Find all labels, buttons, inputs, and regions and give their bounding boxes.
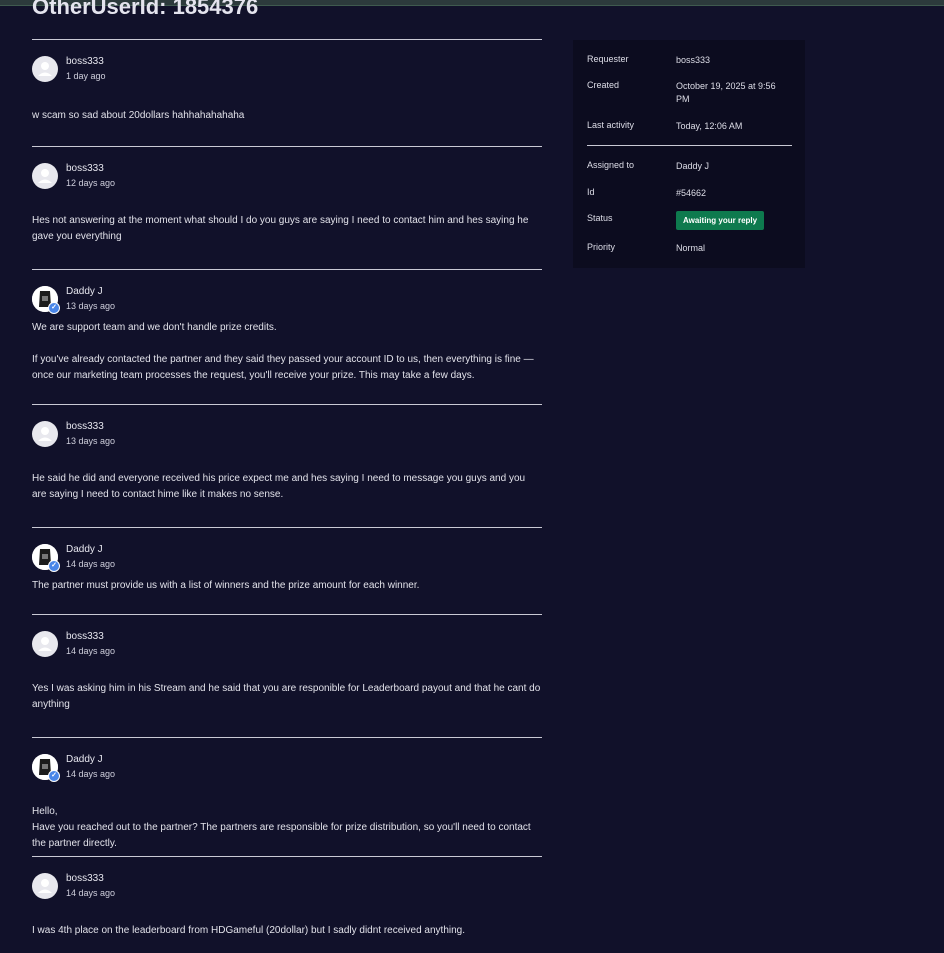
comment-author: Daddy J (66, 754, 103, 765)
created-value: October 19, 2025 at 9:56 PM (676, 81, 776, 104)
comment-body: Hes not answering at the moment what sho… (32, 213, 542, 245)
status-badge: Awaiting your reply (676, 211, 765, 230)
comment-time: 1 day ago (66, 71, 106, 81)
comment-body: Yes I was asking him in his Stream and h… (32, 681, 542, 713)
comment-text: Hes not answering at the moment what sho… (32, 215, 529, 242)
comment: ✓ Daddy J 14 days ago The partner must p… (32, 527, 542, 614)
comment-author: boss333 (66, 631, 104, 642)
requester-value: boss333 (676, 55, 711, 65)
status-label: Status (587, 213, 613, 223)
comment-author: boss333 (66, 873, 104, 884)
priority-value: Normal (676, 243, 706, 253)
last-activity-label: Last activity (587, 120, 635, 130)
priority-label: Priority (587, 242, 616, 252)
comment-body: We are support team and we don't handle … (32, 320, 542, 384)
agent-badge-icon: ✓ (48, 770, 60, 782)
id-value: #54662 (676, 188, 707, 198)
agent-avatar-icon: ✓ (32, 286, 60, 314)
comment: boss333 1 day ago w scam so sad about 20… (32, 39, 542, 146)
comment-time: 14 days ago (66, 646, 116, 656)
comment-text: I was 4th place on the leaderboard from … (32, 925, 466, 936)
assigned-to-value: Daddy J (676, 161, 710, 171)
requester-label: Requester (587, 54, 629, 64)
comment-author: Daddy J (66, 544, 103, 555)
comment-time: 14 days ago (66, 559, 116, 569)
comment: boss333 12 days ago Hes not answering at… (32, 146, 542, 269)
comment: boss333 13 days ago He said he did and e… (32, 404, 542, 527)
comment-text: Hello, Have you reached out to the partn… (32, 806, 531, 849)
agent-badge-icon: ✓ (48, 560, 60, 572)
comment-text: He said he did and everyone received his… (32, 473, 526, 500)
comment-text: Yes I was asking him in his Stream and h… (32, 683, 541, 710)
ticket-title: OtherUserId: 1854376 (32, 0, 259, 19)
agent-avatar-icon: ✓ (32, 544, 60, 572)
comment-time: 12 days ago (66, 178, 116, 188)
comment-body: The partner must provide us with a list … (32, 578, 542, 594)
comment-author: boss333 (66, 163, 104, 174)
comment-thread: boss333 1 day ago w scam so sad about 20… (32, 39, 542, 953)
comment-time: 13 days ago (66, 301, 116, 311)
comment-text: We are support team and we don't handle … (32, 322, 277, 333)
comment-author: boss333 (66, 56, 104, 67)
agent-badge-icon: ✓ (48, 302, 60, 314)
id-label: Id (587, 187, 595, 197)
comment-text: If you've already contacted the partner … (32, 354, 534, 381)
comment-time: 14 days ago (66, 888, 116, 898)
assigned-to-label: Assigned to (587, 160, 635, 170)
comment: ✓ Daddy J 14 days ago Hello, Have you re… (32, 737, 542, 856)
user-avatar-icon (32, 421, 58, 447)
comment: boss333 14 days ago Yes I was asking him… (32, 614, 542, 737)
comment-text: w scam so sad about 20dollars hahhahahah… (32, 110, 245, 121)
last-activity-value: Today, 12:06 AM (676, 121, 743, 131)
comment-author: Daddy J (66, 286, 103, 297)
comment-body: w scam so sad about 20dollars hahhahahah… (32, 108, 542, 124)
agent-avatar-icon: ✓ (32, 754, 60, 782)
comment-text: The partner must provide us with a list … (32, 580, 420, 591)
comment-time: 14 days ago (66, 769, 116, 779)
ticket-details-panel: Requester boss333 Created October 19, 20… (573, 40, 805, 268)
comment-body: He said he did and everyone received his… (32, 471, 542, 503)
created-label: Created (587, 80, 620, 90)
comment-time: 13 days ago (66, 436, 116, 446)
divider (587, 145, 792, 146)
user-avatar-icon (32, 163, 58, 189)
user-avatar-icon (32, 873, 58, 899)
comment-body: I was 4th place on the leaderboard from … (32, 923, 542, 939)
comment-author: boss333 (66, 421, 104, 432)
comment: ✓ Daddy J 13 days ago We are support tea… (32, 269, 542, 404)
user-avatar-icon (32, 631, 58, 657)
user-avatar-icon (32, 56, 58, 82)
comment: boss333 14 days ago I was 4th place on t… (32, 856, 542, 953)
